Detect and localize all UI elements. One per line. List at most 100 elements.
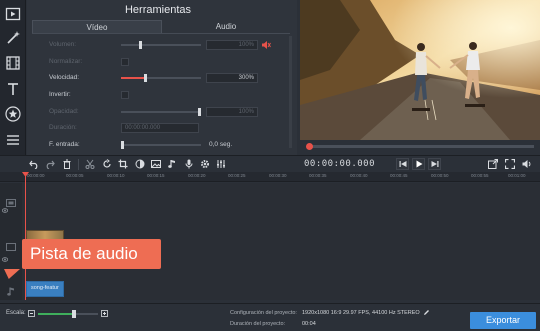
audio-clip[interactable]: song-featur [26, 281, 64, 297]
speed-row: Velocidad: 300% [49, 72, 285, 84]
title-track-icon [6, 199, 16, 207]
fade-in-value: 0,0 seg. [209, 141, 233, 148]
normalize-label: Normalizar: [49, 58, 83, 65]
color-icon[interactable] [134, 158, 146, 170]
opacity-slider-knob[interactable] [198, 108, 201, 116]
ruler-tick: 00:00:20 [188, 173, 206, 178]
editing-toolbar: 00:00:00.000 [0, 155, 540, 172]
reverse-row: Invertir: [49, 89, 285, 101]
volume-label: Volumen: [49, 41, 77, 48]
settings-icon[interactable] [199, 158, 211, 170]
volume-slider[interactable] [121, 41, 201, 49]
external-preview-icon[interactable] [487, 158, 499, 170]
undo-icon[interactable] [28, 158, 40, 170]
playhead-line [25, 172, 26, 300]
project-duration-value: 00:04 [302, 321, 316, 327]
volume-slider-knob[interactable] [139, 41, 142, 49]
tools-panel-scrollbar[interactable] [289, 36, 292, 148]
normalize-checkbox[interactable] [121, 58, 129, 66]
fade-in-row: F. entrada: 0,0 seg. [49, 139, 285, 151]
audio-track-callout: Pista de audio [22, 239, 161, 269]
fade-in-slider[interactable] [121, 141, 201, 149]
movavi-editor-window: Herramientas Vídeo Audio Volumen: 100% N… [0, 0, 540, 331]
zoom-out-icon[interactable] [28, 310, 35, 317]
visibility-icon[interactable] [2, 208, 8, 213]
duration-label: Duración: [49, 124, 77, 131]
preview-progress-area [300, 140, 540, 155]
ruler-tick: 00:00:25 [228, 173, 246, 178]
status-bar: Escala: Configuración del proyecto: 1920… [0, 303, 540, 331]
opacity-label: Opacidad: [49, 108, 79, 115]
ruler-tick: 00:00:00 [27, 173, 45, 178]
timecode-display: 00:00:00.000 [304, 159, 376, 169]
ruler-tick: 00:00:30 [269, 173, 287, 178]
crop-icon[interactable] [117, 158, 129, 170]
timeline-ruler[interactable]: 00:00:00 00:00:05 00:00:10 00:00:15 00:0… [0, 172, 540, 182]
ruler-tick: 00:00:55 [471, 173, 489, 178]
tab-video[interactable]: Vídeo [32, 20, 162, 33]
next-frame-button[interactable] [428, 158, 441, 170]
mic-icon[interactable] [183, 158, 195, 170]
project-config-value: 1920x1080 16:9 29.97 FPS, 44100 Hz STERE… [302, 310, 420, 316]
duration-row: Duración: 00:00:00.000 [49, 122, 285, 134]
previous-frame-button[interactable] [396, 158, 409, 170]
speed-slider[interactable] [121, 74, 201, 82]
rotate-icon[interactable] [101, 158, 113, 170]
opacity-value[interactable]: 100% [206, 107, 258, 117]
scale-label: Escala: [6, 310, 26, 316]
playback-progress-bar[interactable] [306, 143, 534, 150]
export-button[interactable]: Exportar [470, 312, 536, 329]
toolbar-divider [78, 159, 79, 170]
scale-slider-knob[interactable] [72, 310, 76, 318]
image-icon[interactable] [150, 158, 162, 170]
project-config-label: Configuración del proyecto: [230, 310, 297, 316]
cut-icon[interactable] [84, 158, 96, 170]
film-icon[interactable] [3, 53, 23, 73]
ruler-tick: 00:00:10 [107, 173, 125, 178]
speed-value[interactable]: 300% [206, 73, 258, 83]
list-icon[interactable] [3, 130, 23, 150]
ruler-tick: 00:00:05 [66, 173, 84, 178]
skip-back-icon [399, 161, 406, 167]
fullscreen-icon[interactable] [504, 158, 516, 170]
project-duration-label: Duración del proyecto: [230, 321, 286, 327]
video-track-icon [6, 243, 16, 251]
tab-audio[interactable]: Audio [162, 20, 290, 33]
fade-in-label: F. entrada: [49, 141, 80, 148]
ruler-tick: 00:00:40 [350, 173, 368, 178]
media-icon[interactable] [3, 4, 23, 24]
callout-text: Pista de audio [30, 244, 138, 263]
pencil-icon[interactable] [423, 309, 430, 316]
visibility-icon[interactable] [2, 257, 8, 262]
ruler-tick: 00:01:00 [508, 173, 526, 178]
volume-row: Volumen: 100% [49, 39, 285, 51]
volume-value[interactable]: 100% [206, 40, 258, 50]
reverse-checkbox[interactable] [121, 91, 129, 99]
audio-icon[interactable] [166, 158, 178, 170]
magic-wand-icon[interactable] [3, 28, 23, 48]
equalizer-icon[interactable] [215, 158, 227, 170]
reverse-label: Invertir: [49, 91, 71, 98]
duration-value[interactable]: 00:00:00.000 [121, 123, 199, 133]
speed-label: Velocidad: [49, 74, 79, 81]
music-note-icon [7, 287, 14, 296]
text-icon[interactable] [3, 79, 23, 99]
volume-icon[interactable] [521, 158, 533, 170]
speaker-muted-icon[interactable] [262, 41, 271, 49]
audio-clip-label: song-featur [31, 285, 59, 291]
skip-forward-icon [431, 161, 438, 167]
tools-panel-title: Herramientas [124, 4, 192, 16]
speed-slider-knob[interactable] [144, 74, 147, 82]
star-icon[interactable] [3, 104, 23, 124]
opacity-slider[interactable] [121, 108, 201, 116]
zoom-in-icon[interactable] [101, 310, 108, 317]
redo-icon[interactable] [44, 158, 56, 170]
fade-in-slider-knob[interactable] [121, 141, 124, 149]
trash-icon[interactable] [61, 158, 73, 170]
normalize-row: Normalizar: [49, 56, 285, 68]
playback-progress-knob[interactable] [306, 143, 313, 150]
play-button[interactable] [412, 158, 425, 170]
left-tool-strip [0, 0, 26, 155]
speed-slider-fill [121, 77, 145, 79]
scale-slider[interactable] [38, 310, 98, 318]
